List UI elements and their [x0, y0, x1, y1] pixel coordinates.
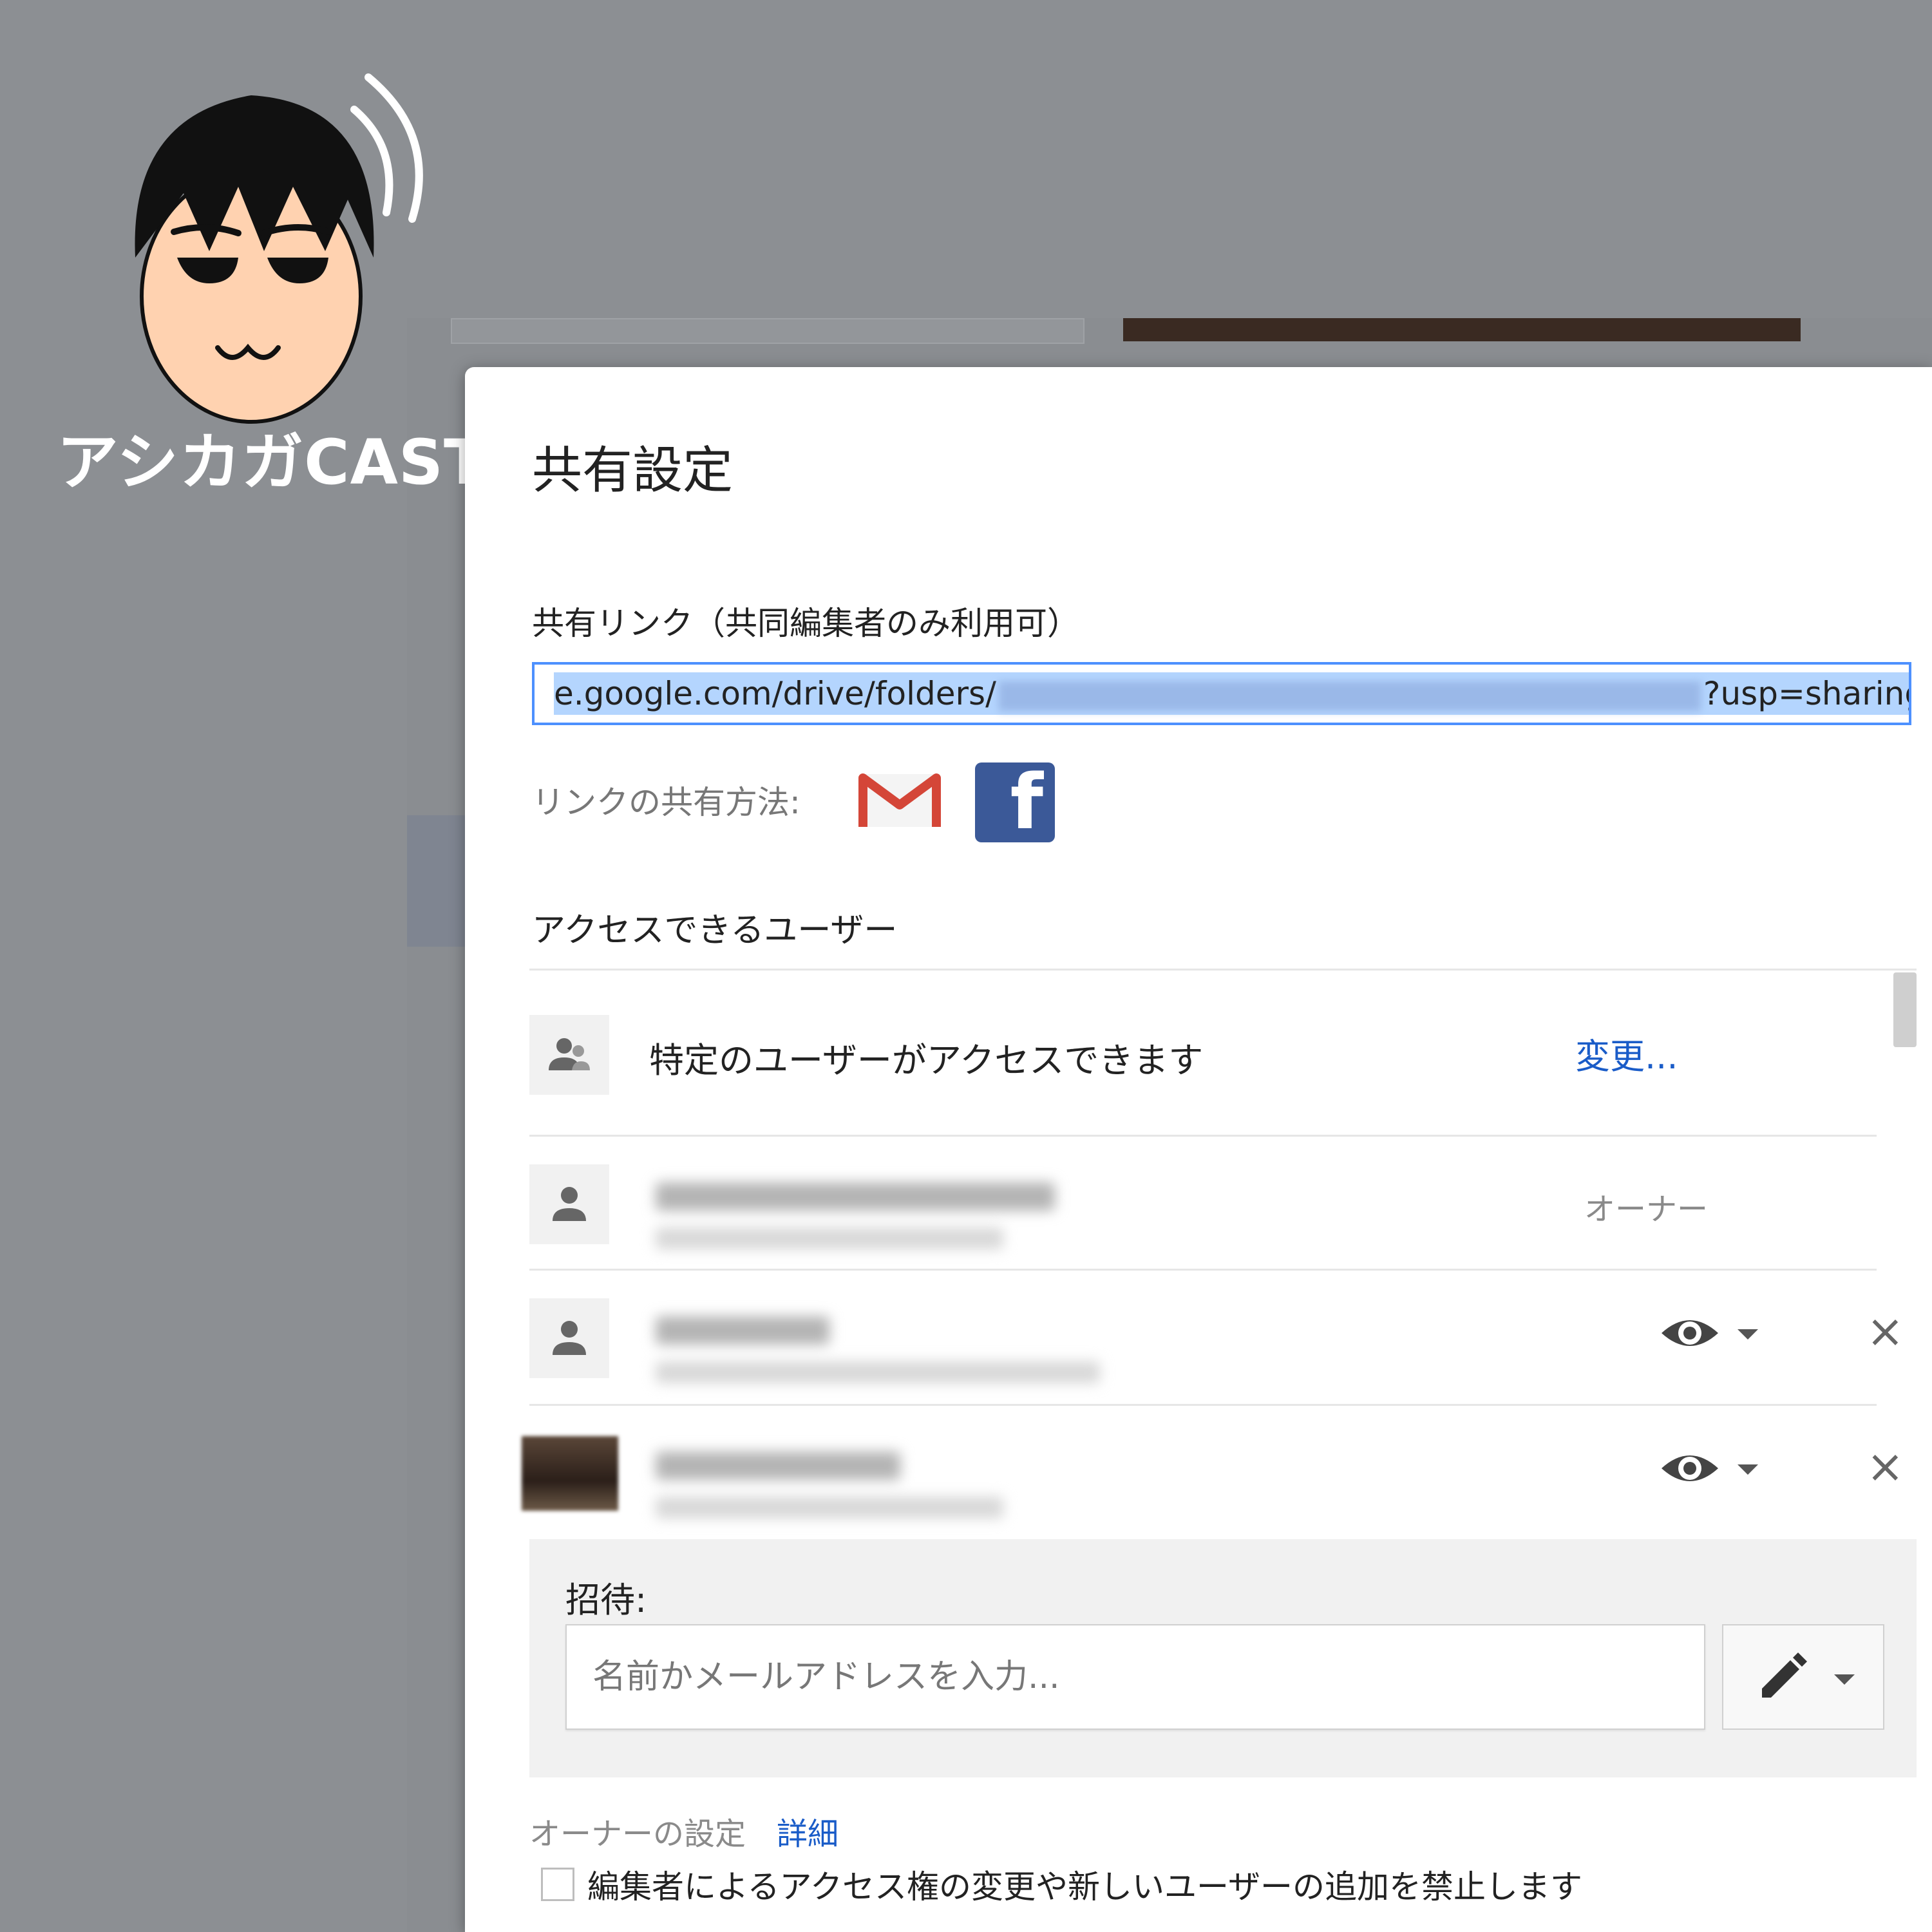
redacted-user-name	[656, 1316, 829, 1345]
redacted-user-name	[656, 1452, 900, 1480]
visibility-row: 特定のユーザーがアクセスできます 変更...	[529, 1015, 1877, 1131]
invite-panel: 招待:	[529, 1539, 1917, 1777]
user-row: ×	[522, 1434, 1904, 1549]
share-settings-dialog: 共有設定 共有リンク（共同編集者のみ利用可） e.google.com/driv…	[465, 367, 1932, 1932]
share-link-redacted-id	[998, 681, 1701, 711]
brand-name: アシカガCAST	[57, 426, 487, 498]
chevron-down-icon[interactable]	[1738, 1464, 1758, 1475]
eye-icon[interactable]	[1659, 1448, 1721, 1489]
facebook-icon[interactable]: f	[975, 757, 1055, 846]
user-avatar	[529, 1164, 609, 1244]
user-row: ×	[529, 1298, 1904, 1414]
share-link-suffix: ?usp=sharing	[1703, 675, 1911, 712]
chevron-down-icon[interactable]	[1738, 1329, 1758, 1340]
row-divider	[529, 1269, 1877, 1271]
background-card	[451, 318, 1084, 344]
share-link-field[interactable]: e.google.com/drive/folders/ ?usp=sharing	[532, 662, 1911, 725]
close-icon[interactable]: ×	[1866, 1309, 1904, 1354]
pencil-icon	[1762, 1653, 1807, 1698]
owner-settings-details-link[interactable]: 詳細	[777, 1808, 838, 1853]
redacted-user-email	[656, 1227, 1003, 1249]
invite-input-box[interactable]	[565, 1624, 1705, 1730]
person-icon	[553, 1321, 586, 1355]
visibility-text: 特定のユーザーがアクセスできます	[649, 1040, 1204, 1081]
background-selected-row	[407, 815, 466, 947]
user-photo-avatar	[522, 1436, 618, 1511]
row-divider	[529, 1404, 1877, 1406]
prevent-editor-changes-checkbox[interactable]	[541, 1868, 574, 1901]
share-link-text: e.google.com/drive/folders/ ?usp=sharing	[554, 672, 1911, 715]
invite-label: 招待:	[565, 1580, 647, 1620]
user-list-scrollbar[interactable]	[1893, 972, 1917, 1047]
user-avatar	[529, 1298, 609, 1378]
person-icon	[553, 1187, 586, 1221]
dialog-title: 共有設定	[532, 442, 734, 500]
change-visibility-link[interactable]: 変更...	[1575, 1028, 1678, 1079]
share-methods-label: リンクの共有方法:	[532, 784, 800, 821]
people-icon	[549, 1038, 590, 1070]
prevent-editor-changes-label[interactable]: 編集者によるアクセス権の変更や新しいユーザーの追加を禁止します	[587, 1861, 1582, 1908]
visibility-avatar	[529, 1015, 609, 1095]
share-link-label: 共有リンク（共同編集者のみ利用可）	[532, 605, 1079, 642]
row-divider	[529, 1135, 1877, 1137]
close-icon[interactable]: ×	[1866, 1444, 1904, 1489]
owner-settings-label: オーナーの設定	[529, 1816, 746, 1852]
gmail-icon[interactable]	[858, 772, 942, 829]
background-photo	[1123, 318, 1801, 341]
invite-permission-button[interactable]	[1722, 1624, 1884, 1730]
share-link-prefix: e.google.com/drive/folders/	[554, 675, 996, 712]
invite-input[interactable]	[591, 1654, 1676, 1700]
redacted-user-email	[656, 1497, 1003, 1519]
access-users-label: アクセスできるユーザー	[532, 911, 898, 950]
redacted-user-email	[656, 1361, 1100, 1383]
owner-role-label: オーナー	[1584, 1191, 1709, 1227]
facebook-glyph: f	[1010, 757, 1043, 846]
redacted-user-name	[656, 1182, 1055, 1211]
eye-icon[interactable]	[1659, 1312, 1721, 1354]
chevron-down-icon	[1834, 1674, 1855, 1685]
user-row-owner: オーナー	[529, 1164, 1877, 1280]
access-divider	[529, 969, 1917, 971]
